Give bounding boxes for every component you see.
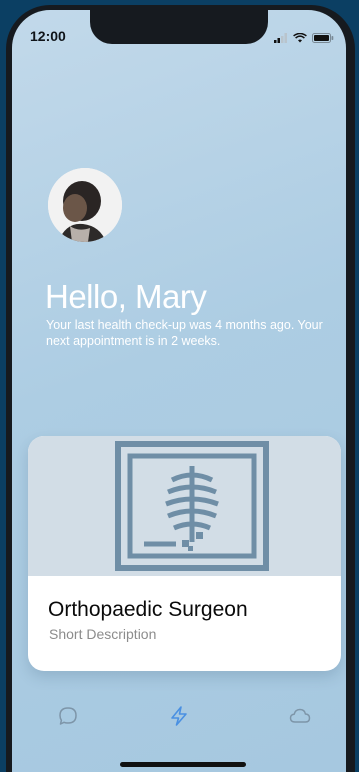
tab-activity[interactable]	[165, 702, 193, 730]
avatar[interactable]	[48, 168, 122, 242]
tab-chat[interactable]	[54, 702, 82, 730]
lightning-bolt-icon	[171, 706, 187, 726]
tab-bar	[12, 702, 346, 742]
status-time: 12:00	[30, 28, 66, 44]
user-photo-icon	[48, 168, 122, 242]
battery-icon	[312, 30, 334, 48]
card-image	[28, 436, 341, 576]
home-indicator[interactable]	[120, 762, 246, 767]
card-description: Short Description	[49, 626, 157, 642]
specialist-card[interactable]: Orthopaedic Surgeon Short Description	[28, 436, 341, 671]
greeting-title: Hello, Mary	[45, 278, 207, 315]
app-screen: 12:00 Hello, Mary Your last health check…	[12, 10, 346, 772]
xray-icon	[115, 441, 269, 571]
cloud-icon	[289, 708, 311, 723]
status-icons	[274, 30, 334, 48]
signal-icon	[274, 30, 288, 48]
notch	[90, 10, 268, 44]
greeting-subtitle: Your last health check-up was 4 months a…	[46, 318, 323, 348]
chat-bubble-icon	[59, 707, 77, 725]
wifi-icon	[293, 30, 307, 48]
tab-weather[interactable]	[286, 702, 314, 730]
card-title: Orthopaedic Surgeon	[48, 598, 248, 621]
